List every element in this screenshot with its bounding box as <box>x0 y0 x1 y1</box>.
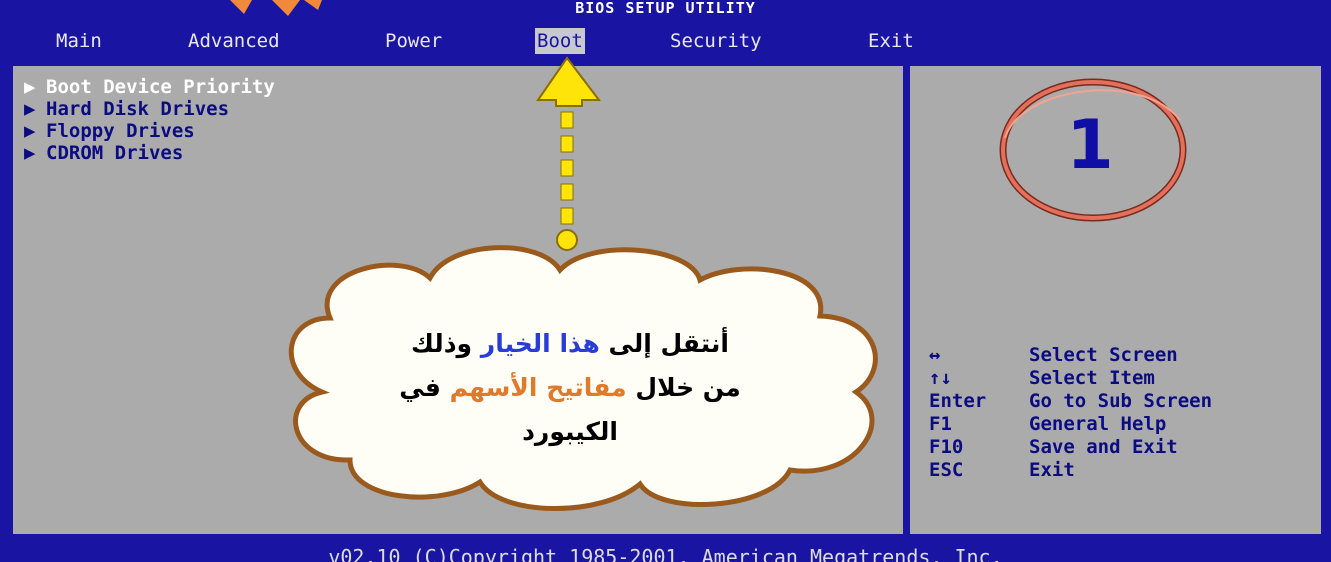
callout-line-3: الكيبورد <box>330 410 810 454</box>
callout-line-2: من خلال مفاتيح الأسهم في <box>330 366 810 410</box>
callout-line-1: أنتقل إلى هذا الخيار وذلك <box>330 322 810 366</box>
callout-text-part: وذلك <box>411 329 473 358</box>
up-arrow-icon <box>536 56 602 251</box>
annotation-overlay <box>230 0 1187 511</box>
callout-text: أنتقل إلى هذا الخيار وذلك من خلال مفاتيح… <box>330 322 810 454</box>
callout-text-part: من خلال <box>635 373 741 402</box>
callout-text-part: أنتقل إلى <box>608 329 729 358</box>
callout-highlight-blue: هذا الخيار <box>480 329 600 358</box>
callout-highlight-orange: مفاتيح الأسهم <box>449 373 627 402</box>
step-number: 1 <box>1066 106 1114 185</box>
callout-text-part: في <box>399 373 441 402</box>
logo-fragment-icon <box>230 0 322 16</box>
callout-text-part: الكيبورد <box>522 417 618 446</box>
